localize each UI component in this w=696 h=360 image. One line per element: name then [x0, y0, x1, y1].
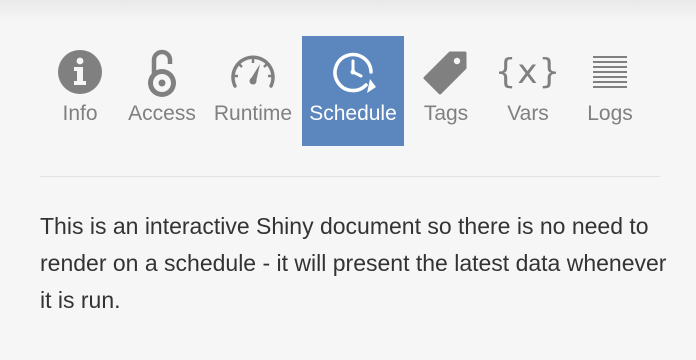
schedule-message: This is an interactive Shiny document so…: [40, 213, 667, 313]
tab-access-label: Access: [128, 102, 196, 125]
tab-logs-label: Logs: [587, 102, 633, 125]
tab-tags-label: Tags: [423, 102, 469, 125]
top-shadow: [0, 0, 696, 22]
tab-vars-label: Vars: [507, 102, 549, 125]
tab-vars[interactable]: {x} Vars: [492, 36, 564, 146]
tab-info[interactable]: Info: [40, 36, 120, 146]
info-icon: [40, 50, 120, 94]
clock-refresh-icon: [302, 50, 404, 94]
tab-schedule[interactable]: Schedule: [302, 36, 404, 146]
braces-x-glyph: {x}: [494, 52, 562, 92]
tab-tags[interactable]: Tags: [412, 36, 480, 146]
braces-x-icon: {x}: [492, 50, 564, 94]
tab-schedule-label: Schedule: [309, 102, 397, 125]
settings-tab-bar: Info Access Runtime Schedule Tags {x} Va…: [0, 36, 696, 146]
divider: [40, 176, 660, 177]
tab-runtime[interactable]: Runtime: [210, 36, 296, 146]
tag-icon: [412, 50, 480, 95]
padlock-icon: [125, 49, 199, 97]
speedometer-icon: [210, 50, 296, 94]
tab-logs[interactable]: Logs: [574, 36, 646, 146]
lines-icon: [574, 50, 646, 94]
tab-info-label: Info: [62, 102, 98, 125]
tab-runtime-label: Runtime: [213, 102, 293, 125]
tab-access[interactable]: Access: [125, 36, 199, 146]
